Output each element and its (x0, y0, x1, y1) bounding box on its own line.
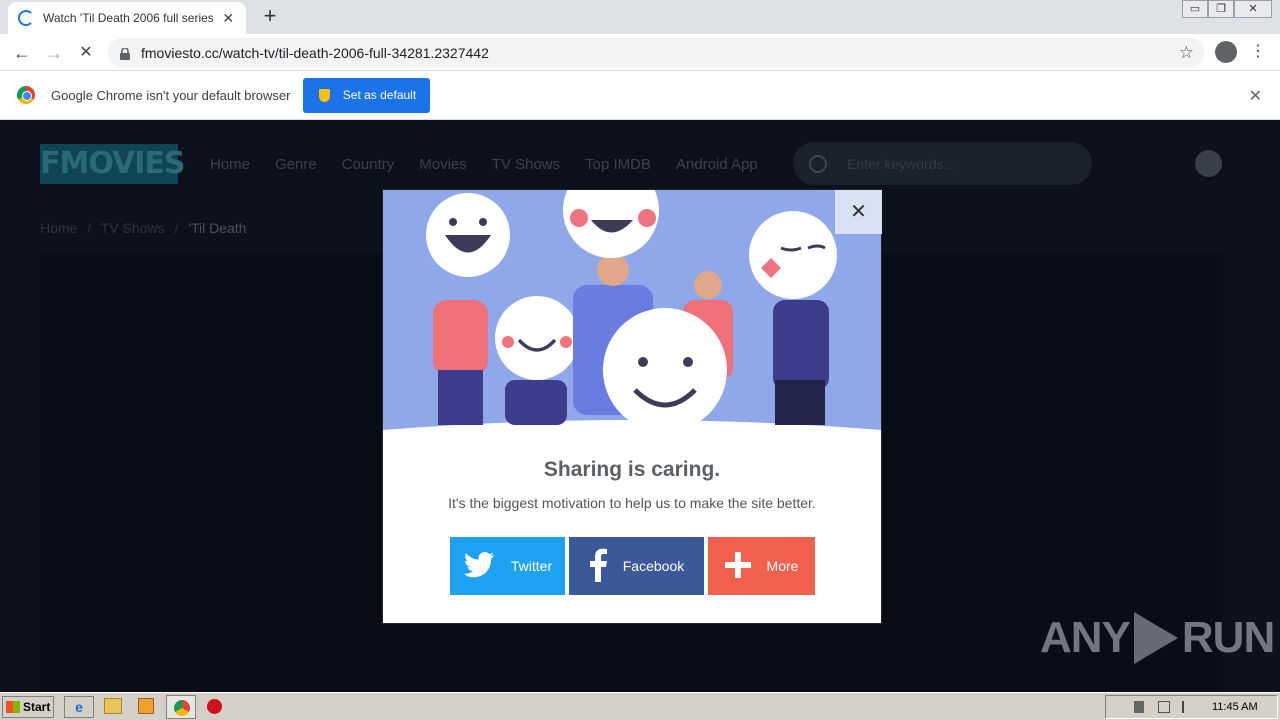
forward-button[interactable]: → (42, 41, 66, 65)
facebook-share-button[interactable]: Facebook (569, 537, 704, 595)
address-bar[interactable]: fmoviesto.cc/watch-tv/til-death-2006-ful… (108, 38, 1204, 67)
chrome-taskbar-icon[interactable] (166, 695, 196, 719)
plus-icon (724, 551, 751, 581)
set-as-default-label: Set as default (342, 88, 417, 102)
clock: 11:45 AM (1212, 701, 1258, 713)
nav-genre[interactable]: Genre (275, 156, 317, 173)
tab-title: Watch 'Til Death 2006 full series on F (43, 11, 213, 25)
crumb-separator: / (174, 220, 179, 236)
bookmark-star-icon[interactable]: ☆ (1179, 43, 1194, 63)
crumb-current: 'Til Death (188, 220, 247, 236)
twitter-icon (463, 551, 495, 581)
uac-shield-icon (317, 87, 331, 103)
share-modal: ✕ Sharing is caring. It's the biggest mo… (382, 189, 882, 624)
loading-icon (18, 10, 34, 26)
restore-button[interactable]: ❐ (1208, 0, 1234, 18)
modal-close-button[interactable]: ✕ (835, 190, 882, 234)
profile-icon[interactable] (1215, 41, 1237, 63)
browser-tab[interactable]: Watch 'Til Death 2006 full series on F ✕ (8, 2, 246, 34)
infobar-close-icon[interactable]: ✕ (1249, 86, 1262, 106)
browser-toolbar: ← → ✕ fmoviesto.cc/watch-tv/til-death-20… (0, 34, 1280, 71)
watermark-right: RUN (1181, 613, 1275, 662)
tray-volume-icon[interactable] (1134, 701, 1144, 713)
search-icon (809, 154, 827, 173)
stop-loading-button[interactable]: ✕ (74, 41, 98, 65)
modal-subtitle: It's the biggest motivation to help us t… (448, 495, 816, 511)
nav-movies[interactable]: Movies (419, 156, 467, 173)
twitter-label: Twitter (510, 558, 553, 574)
site-nav: Home Genre Country Movies TV Shows Top I… (210, 156, 783, 173)
facebook-label: Facebook (622, 558, 685, 574)
user-account-icon[interactable] (1195, 150, 1222, 177)
new-tab-button[interactable]: + (258, 4, 282, 28)
default-browser-infobar: Google Chrome isn't your default browser… (0, 71, 1280, 120)
twitter-share-button[interactable]: Twitter (450, 537, 565, 595)
facebook-icon (589, 548, 607, 585)
url-text: fmoviesto.cc/watch-tv/til-death-2006-ful… (141, 44, 489, 61)
nav-country[interactable]: Country (342, 156, 395, 173)
anyrun-watermark: ANY RUN (1040, 612, 1275, 664)
system-tray: 11:45 AM (1105, 695, 1278, 719)
watermark-left: ANY (1040, 613, 1131, 662)
nav-tv-shows[interactable]: TV Shows (492, 156, 560, 173)
lock-icon (120, 46, 130, 60)
taskbar: Start e 11:45 AM (0, 692, 1280, 720)
share-buttons: Twitter Facebook More (450, 537, 815, 595)
modal-title: Sharing is caring. (543, 458, 721, 481)
explorer-icon[interactable] (104, 698, 122, 714)
site-search[interactable]: Enter keywords... (793, 142, 1092, 185)
nav-android-app[interactable]: Android App (676, 156, 758, 173)
ie-icon[interactable]: e (64, 696, 94, 718)
tray-network-icon[interactable] (1158, 701, 1170, 713)
share-illustration (383, 190, 881, 440)
crumb-home[interactable]: Home (40, 220, 77, 236)
tab-strip: Watch 'Til Death 2006 full series on F ✕… (0, 0, 1280, 34)
breadcrumb: Home / TV Shows / 'Til Death (40, 220, 246, 236)
tray-flag-icon[interactable] (1182, 701, 1192, 713)
start-label: Start (23, 700, 51, 714)
site-logo[interactable]: FMOVIES (40, 144, 186, 184)
window-close-button[interactable]: ✕ (1234, 0, 1272, 18)
more-share-button[interactable]: More (708, 537, 815, 595)
crumb-tv-shows[interactable]: TV Shows (101, 220, 165, 236)
media-player-icon[interactable] (138, 698, 154, 714)
search-input[interactable]: Enter keywords... (847, 156, 955, 172)
more-label: More (766, 558, 799, 574)
play-icon (1133, 612, 1178, 664)
crumb-separator: / (87, 220, 92, 236)
infobar-message: Google Chrome isn't your default browser (51, 87, 291, 103)
stop-app-icon[interactable] (207, 699, 222, 714)
start-button[interactable]: Start (2, 696, 54, 718)
chrome-menu-icon[interactable]: ⋮ (1250, 40, 1266, 64)
chrome-logo-icon (17, 86, 35, 104)
back-button[interactable]: ← (10, 41, 34, 65)
minimize-button[interactable]: ▭ (1182, 0, 1208, 18)
nav-top-imdb[interactable]: Top IMDB (585, 156, 651, 173)
tab-close-icon[interactable]: ✕ (221, 10, 236, 27)
windows-logo-icon (6, 701, 20, 713)
set-as-default-button[interactable]: Set as default (303, 77, 431, 113)
nav-home[interactable]: Home (210, 156, 250, 173)
